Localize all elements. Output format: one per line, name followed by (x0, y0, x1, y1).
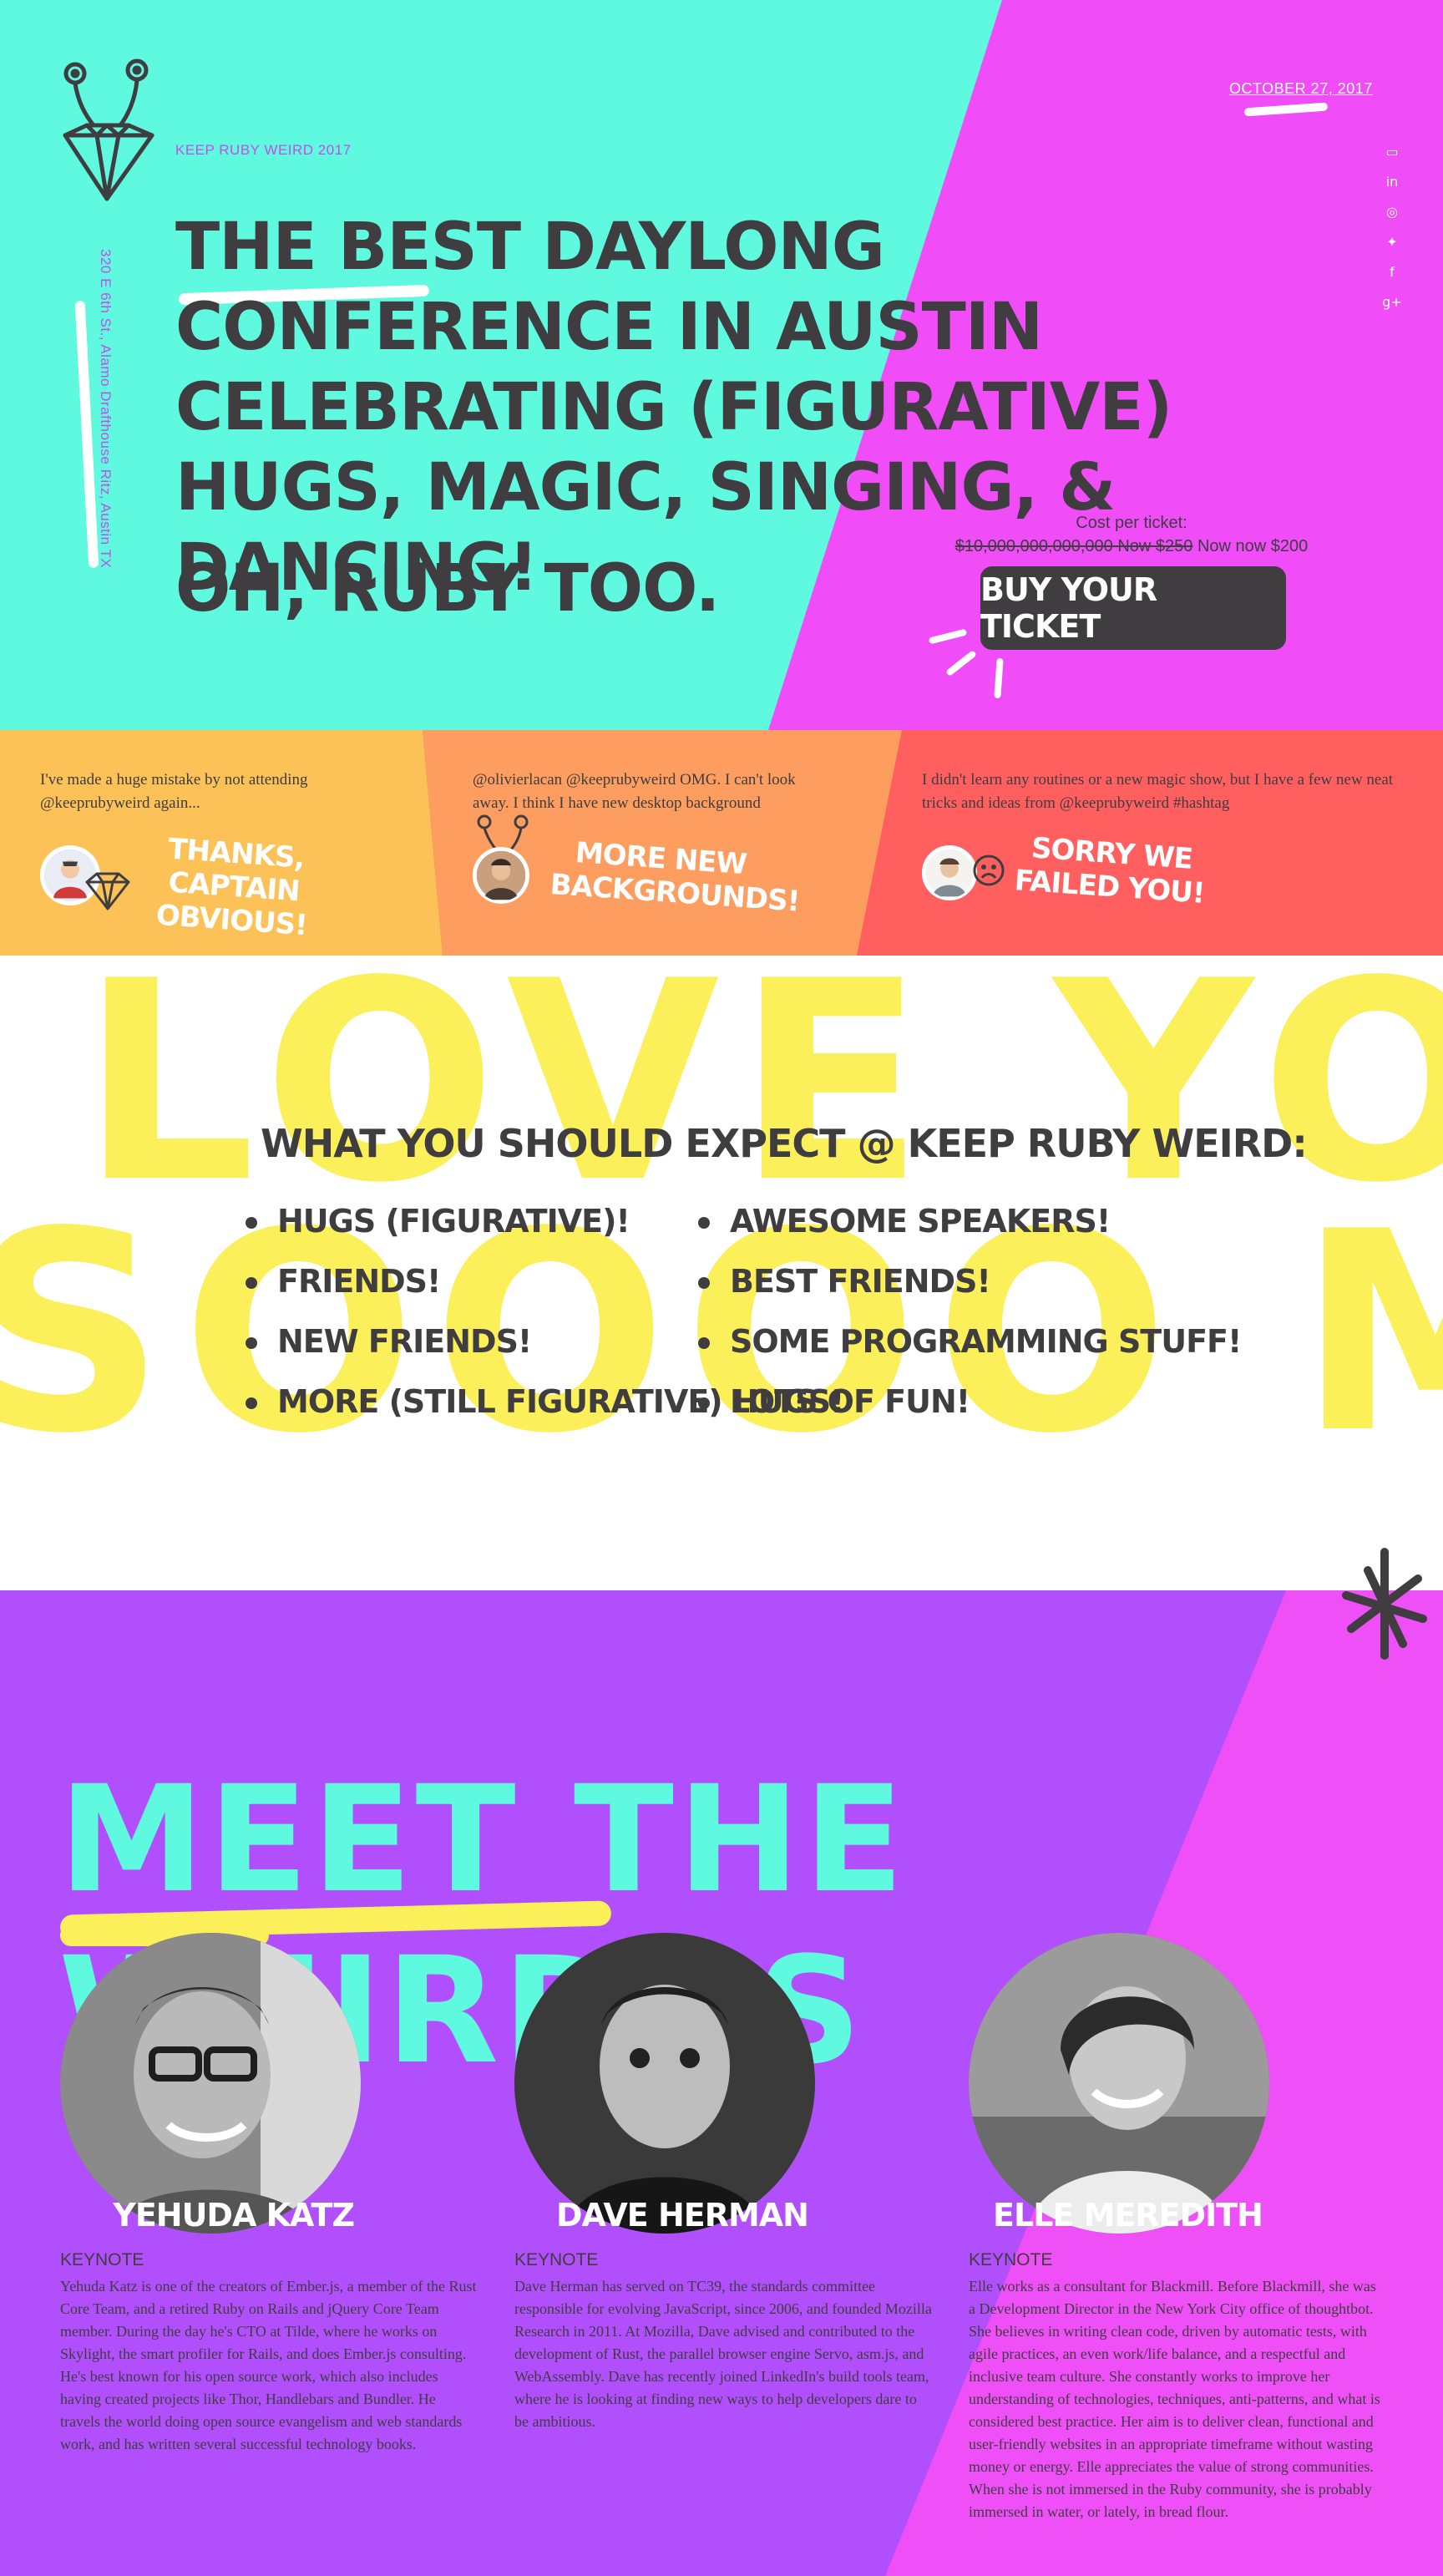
speaker-role: Keynote (60, 2250, 144, 2269)
brand-name: KEEP RUBY WEIRD 2017 (175, 142, 352, 158)
speaker-card: Yehuda Katz Keynote Yehuda Katz is one o… (60, 1933, 486, 2456)
speaker-name: Elle Meredith (993, 2197, 1263, 2234)
tweets-section: I've made a huge mistake by not attendin… (0, 730, 1443, 956)
cost-old-price: $10,000,000,000,000 Now $250 (954, 537, 1193, 555)
cost-label: Cost per ticket: (1076, 514, 1187, 532)
spark-line (944, 649, 978, 677)
diamond-logo-icon[interactable] (53, 58, 162, 209)
expect-list-right: Awesome speakers! Best friends! Some pro… (695, 1191, 1242, 1432)
tweet-text: I've made a huge mistake by not attendin… (40, 771, 308, 812)
date-swash (1243, 102, 1329, 117)
avatar[interactable] (922, 845, 977, 900)
event-date[interactable]: OCTOBER 27, 2017 (1229, 80, 1373, 98)
google-plus-icon[interactable]: g+ (1381, 287, 1403, 317)
star-doodle-icon (1342, 1548, 1427, 1660)
expect-section: LOVE YOU SOOOO MUCH What you should expe… (0, 956, 1443, 1590)
speaker-name: Dave Herman (555, 2197, 809, 2234)
tweet-text: @olivierlacan @keeprubyweird OMG. I can'… (473, 771, 796, 812)
facebook-icon[interactable]: f (1381, 257, 1403, 287)
twitter-icon[interactable]: ✦ (1381, 227, 1403, 257)
speaker-photo[interactable] (60, 1933, 361, 2234)
expect-title: What you should expect @ Keep Ruby Weird… (261, 1121, 1308, 1166)
avatar[interactable] (473, 847, 529, 904)
speaker-card: Elle Meredith Keynote Elle works as a co… (969, 1933, 1395, 2523)
list-item: Lots of fun! (695, 1372, 1241, 1432)
cost-new-price: Now now $200 (1197, 537, 1309, 555)
social-links: ▭ in ◎ ✦ f g+ (1381, 137, 1403, 317)
spark-line (994, 657, 1004, 699)
speaker-bio: Elle works as a consultant for Blackmill… (969, 2278, 1380, 2520)
calendar-icon[interactable]: ▭ (1381, 137, 1403, 167)
speaker-role: Keynote (969, 2250, 1053, 2269)
buy-ticket-button[interactable]: Buy your ticket (980, 566, 1286, 650)
linkedin-icon[interactable]: in (1381, 167, 1403, 197)
spark-line (928, 628, 968, 645)
speaker-photo[interactable] (969, 1933, 1269, 2234)
hero-section: KEEP RUBY WEIRD 2017 320 E 6th St., Alam… (0, 0, 1443, 730)
tweet-reply: Thanks, Captain Obvious! (154, 832, 308, 943)
list-item: Some programming stuff! (695, 1311, 1242, 1372)
speaker-role: Keynote (514, 2250, 599, 2269)
speaker-card: Dave Herman Keynote Dave Herman has serv… (514, 1933, 940, 2433)
instagram-icon[interactable]: ◎ (1381, 197, 1403, 227)
tweet-reply: Sorry we failed you! (1013, 831, 1206, 910)
list-item: Best friends! (695, 1251, 1241, 1311)
speaker-name: Yehuda Katz (113, 2197, 355, 2234)
ticket-cost: Cost per ticket: $10,000,000,000,000 Now… (919, 511, 1344, 558)
speakers-section: Meet the weirdos Yehuda Katz Keynote Yeh… (0, 1590, 1443, 2576)
venue-address: 320 E 6th St., Alamo Drafthouse Ritz, Au… (98, 249, 114, 569)
tweet-text: I didn't learn any routines or a new mag… (922, 771, 1394, 812)
tagline: Oh, Ruby too. (175, 551, 720, 626)
list-item: Awesome speakers! (695, 1191, 1241, 1251)
speaker-bio: Dave Herman has served on TC39, the stan… (514, 2278, 932, 2430)
speaker-photo[interactable] (514, 1933, 815, 2234)
speaker-bio: Yehuda Katz is one of the creators of Em… (60, 2278, 477, 2452)
